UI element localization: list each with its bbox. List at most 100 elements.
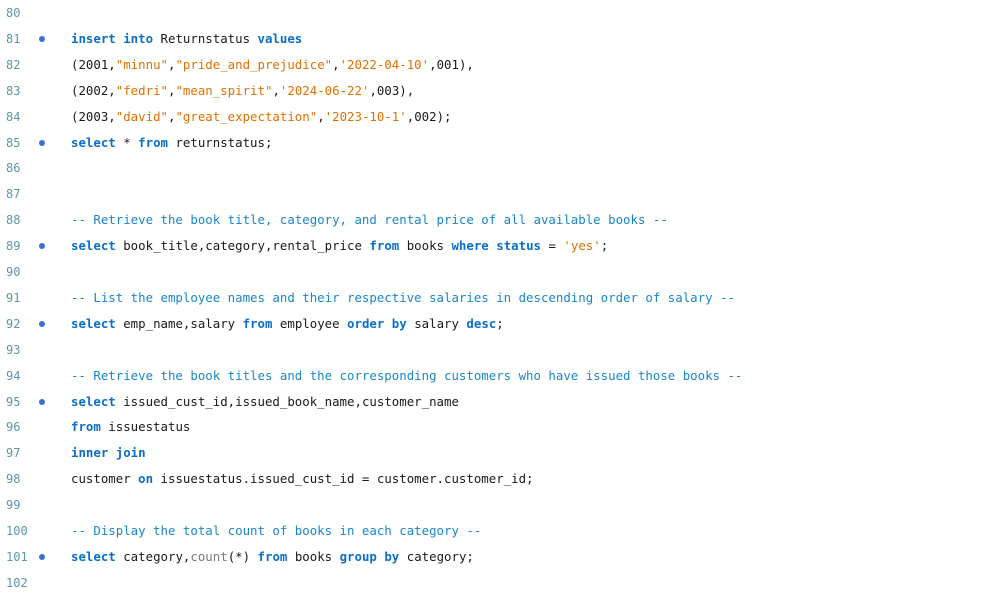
code-line[interactable]: 93 (0, 337, 985, 363)
code-line[interactable]: 81 insert into Returnstatus values (0, 26, 985, 52)
code-token: , (272, 82, 280, 98)
code-token: ,003), (369, 82, 415, 98)
line-number: 95 (6, 394, 21, 409)
line-gutter: 85 (0, 130, 60, 156)
code-line[interactable]: 86 (0, 155, 985, 181)
code-line[interactable]: 88 -- Retrieve the book title, category, … (0, 207, 985, 233)
code-line[interactable]: 87 (0, 181, 985, 207)
line-gutter: 98 (0, 466, 60, 492)
statement-marker-icon[interactable] (39, 398, 45, 405)
code-line[interactable]: 94 -- Retrieve the book titles and the co… (0, 363, 985, 389)
code-token: '2022-04-10' (339, 56, 430, 72)
code-line[interactable]: 83 (2002,"fedri","mean_spirit",'2024-06-2… (0, 78, 985, 104)
code-line[interactable]: 84 (2003,"david","great_expectation",'202… (0, 104, 985, 130)
code-token: emp_name,salary (115, 315, 243, 331)
code-token: "mean_spirit" (175, 82, 273, 98)
code-token: order by (347, 315, 407, 331)
code-line[interactable]: 101 select category,count(*) from books g… (0, 544, 985, 570)
code-token: customer (71, 471, 139, 487)
code-line[interactable]: 99 (0, 492, 985, 518)
code-token: values (257, 30, 303, 46)
code-line[interactable]: 90 (0, 259, 985, 285)
code-token: -- Display the total count of books in e… (71, 523, 482, 538)
code-token: select (71, 238, 116, 254)
code-line[interactable]: 95 select issued_cust_id,issued_book_name… (0, 389, 985, 415)
code-line[interactable]: 82 (2001,"minnu","pride_and_prejudice",'2… (0, 52, 985, 78)
statement-marker-icon[interactable] (39, 320, 45, 327)
line-gutter: 95 (0, 389, 60, 415)
code-token: book_title,category,rental_price (115, 238, 370, 254)
code-line[interactable]: 100 -- Display the total count of books i… (0, 518, 985, 544)
line-gutter: 82 (0, 52, 60, 78)
line-gutter: 93 (0, 337, 60, 363)
code-token: where (451, 238, 489, 254)
statement-marker-icon[interactable] (39, 553, 45, 560)
code-token: issued_cust_id,issued_book_name,customer… (115, 393, 459, 409)
code-token: "great_expectation" (175, 108, 318, 124)
code-token: from (138, 134, 168, 150)
code-token: * (115, 134, 139, 150)
code-line[interactable]: 102 (0, 570, 985, 595)
code-token: (2002, (71, 82, 116, 98)
code-line[interactable]: 97 inner join (0, 440, 985, 466)
line-gutter: 96 (0, 414, 60, 440)
line-gutter: 81 (0, 26, 60, 52)
statement-marker-icon[interactable] (39, 243, 45, 250)
line-gutter: 84 (0, 104, 60, 130)
code-line[interactable]: 91 -- List the employee names and their r… (0, 285, 985, 311)
line-number: 96 (6, 420, 21, 435)
code-token: status (496, 238, 542, 254)
line-gutter: 88 (0, 207, 60, 233)
line-gutter: 97 (0, 440, 60, 466)
line-number: 99 (6, 498, 21, 513)
code-text: -- Retrieve the book title, category, an… (71, 207, 668, 233)
code-token: select (71, 548, 116, 564)
code-line[interactable]: 80 (0, 0, 985, 26)
code-token: ; (496, 315, 504, 331)
code-token: 'yes' (563, 238, 601, 254)
code-text: (2001,"minnu","pride_and_prejudice",'202… (71, 52, 474, 78)
code-token: from (242, 315, 273, 331)
code-token: select (71, 393, 116, 409)
line-number: 82 (6, 57, 21, 72)
code-text: -- Retrieve the book titles and the corr… (71, 363, 742, 389)
line-number: 89 (6, 239, 21, 254)
line-gutter: 87 (0, 181, 60, 207)
code-token: "minnu" (115, 56, 168, 72)
code-token: issuestatus.issued_cust_id = customer.cu… (153, 471, 534, 487)
line-gutter: 94 (0, 363, 60, 389)
code-token: category; (399, 548, 474, 564)
line-number: 80 (6, 6, 21, 20)
code-text: select * from returnstatus; (71, 130, 272, 156)
statement-marker-icon[interactable] (39, 139, 45, 146)
code-token: , (332, 56, 340, 72)
code-token: from (369, 238, 400, 254)
code-token: = (541, 238, 564, 254)
code-token: issuestatus (100, 419, 191, 435)
line-gutter: 86 (0, 155, 60, 181)
code-token: count (190, 548, 228, 564)
code-token: on (138, 471, 154, 487)
code-token: books (287, 548, 340, 564)
line-number: 85 (6, 135, 21, 150)
code-token: "pride_and_prejudice" (175, 56, 333, 72)
code-text: -- List the employee names and their res… (71, 285, 735, 311)
line-gutter: 102 (0, 570, 60, 595)
code-token: inner join (71, 445, 146, 461)
code-text: select issued_cust_id,issued_book_name,c… (71, 389, 459, 415)
line-gutter: 91 (0, 285, 60, 311)
line-gutter: 80 (0, 0, 60, 26)
code-text: select emp_name,salary from employee ord… (71, 311, 504, 337)
sql-editor[interactable]: 80 81 insert into Returnstatus values 82 (20… (0, 0, 985, 595)
code-line[interactable]: 85 select * from returnstatus; (0, 130, 985, 156)
statement-marker-icon[interactable] (39, 35, 45, 42)
code-token: group by (339, 548, 400, 564)
code-line[interactable]: 92 select emp_name,salary from employee o… (0, 311, 985, 337)
code-line[interactable]: 89 select book_title,category,rental_pric… (0, 233, 985, 259)
line-number: 83 (6, 83, 21, 98)
code-line[interactable]: 96 from issuestatus (0, 414, 985, 440)
code-token: (2003, (71, 108, 116, 124)
code-line[interactable]: 98 customer on issuestatus.issued_cust_id… (0, 466, 985, 492)
line-gutter: 92 (0, 311, 60, 337)
line-number: 87 (6, 187, 21, 202)
